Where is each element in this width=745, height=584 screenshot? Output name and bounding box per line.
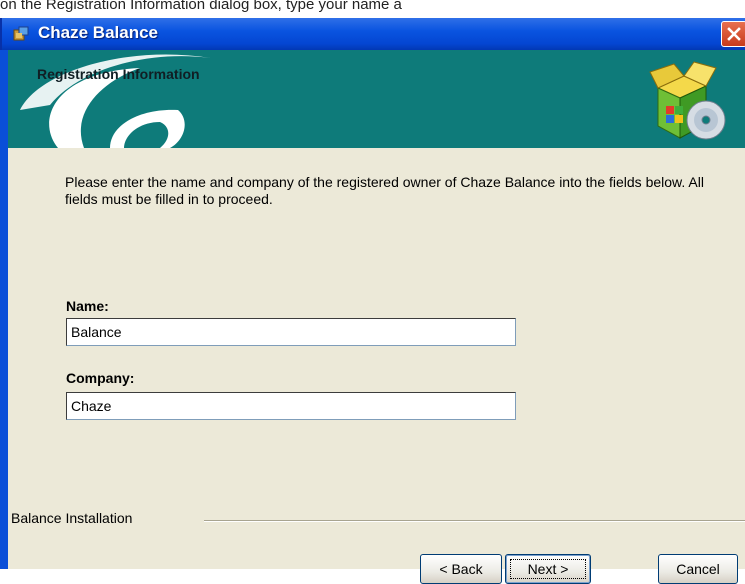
caption-text: on the Registration Information dialog b…	[0, 0, 402, 13]
installer-window: Chaze Balance Registration Information P…	[0, 18, 745, 584]
company-field[interactable]	[66, 392, 516, 420]
back-button-label: < Back	[439, 561, 483, 577]
installer-icon	[13, 26, 29, 41]
cancel-button[interactable]: Cancel	[658, 554, 738, 584]
header-banner: Registration Information	[0, 50, 745, 148]
software-box-icon	[649, 61, 726, 140]
name-label: Name:	[66, 298, 109, 314]
cancel-button-label: Cancel	[676, 561, 720, 577]
instructions-text: Please enter the name and company of the…	[65, 174, 704, 207]
logo-swirl	[20, 54, 210, 148]
installation-group-label: Balance Installation	[11, 510, 133, 526]
name-field[interactable]	[66, 318, 516, 346]
banner-title: Registration Information	[37, 66, 200, 82]
dialog-body: Please enter the name and company of the…	[0, 148, 745, 584]
next-button[interactable]: Next >	[505, 554, 591, 584]
back-button[interactable]: < Back	[420, 554, 502, 584]
tutorial-caption: on the Registration Information dialog b…	[0, 0, 745, 18]
title-bar[interactable]: Chaze Balance	[0, 18, 745, 50]
window-title: Chaze Balance	[38, 23, 158, 42]
next-button-label: Next >	[527, 561, 569, 577]
close-icon	[727, 27, 741, 41]
close-button[interactable]	[721, 21, 745, 47]
company-label: Company:	[66, 370, 135, 386]
footer-divider	[204, 520, 745, 522]
